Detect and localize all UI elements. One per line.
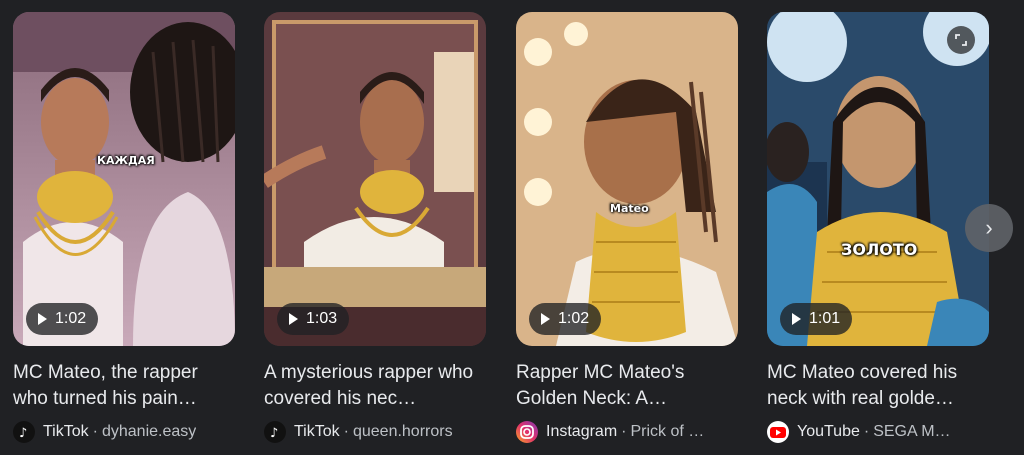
video-thumbnail[interactable]: КАЖДАЯ 1:02 [13, 12, 235, 346]
tiktok-icon: ♪ [264, 421, 286, 443]
play-icon [792, 313, 801, 325]
video-source[interactable]: ♪ TikTok · queen.horrors [264, 421, 486, 443]
play-icon [289, 313, 298, 325]
duration-text: 1:02 [55, 310, 87, 327]
separator: · [863, 423, 870, 440]
overlay-caption: ЗОЛОТО [841, 240, 918, 259]
separator: · [343, 423, 349, 440]
video-title[interactable]: A mysterious rapper who covered his nec… [264, 360, 476, 412]
next-button[interactable]: › [965, 204, 1013, 252]
duration-text: 1:02 [558, 310, 590, 327]
overlay-caption: Mateo [610, 202, 649, 215]
video-card[interactable]: ЗОЛОТО 1:01 MC Mateo covered his neck wi… [767, 12, 989, 443]
video-source[interactable]: ♪ TikTok · dyhanie.easy [13, 421, 235, 443]
expand-button[interactable] [947, 26, 975, 54]
separator: · [92, 423, 98, 440]
svg-text:♪: ♪ [19, 426, 27, 441]
source-name: TikTok [43, 423, 89, 440]
tiktok-icon: ♪ [13, 421, 35, 443]
video-card[interactable]: КАЖДАЯ 1:02 MC Mateo, the rapper who tur… [13, 12, 235, 443]
instagram-icon [516, 421, 538, 443]
video-thumbnail[interactable]: Mateo 1:02 [516, 12, 738, 346]
duration-badge: 1:03 [277, 303, 350, 335]
chevron-right-icon: › [985, 215, 993, 240]
source-handle: dyhanie.easy [101, 423, 197, 440]
play-icon [38, 313, 47, 325]
thumbnail-image [516, 12, 738, 346]
duration-text: 1:03 [306, 310, 338, 327]
source-handle: queen.horrors [352, 423, 453, 440]
svg-text:♪: ♪ [270, 426, 278, 441]
separator: · [621, 423, 627, 440]
source-name: Instagram [546, 423, 618, 440]
video-source[interactable]: Instagram · Prick of … [516, 421, 738, 443]
source-handle: Prick of … [630, 423, 705, 440]
duration-badge: 1:01 [780, 303, 853, 335]
duration-text: 1:01 [809, 310, 841, 327]
thumbnail-image [264, 12, 486, 346]
duration-badge: 1:02 [529, 303, 602, 335]
video-source[interactable]: YouTube · SEGA M… [767, 421, 989, 443]
thumbnail-image [13, 12, 235, 346]
video-thumbnail[interactable]: ЗОЛОТО 1:01 [767, 12, 989, 346]
youtube-icon [767, 421, 789, 443]
source-name: YouTube [797, 423, 860, 440]
video-title[interactable]: Rapper MC Mateo's Golden Neck: A… [516, 360, 728, 412]
overlay-caption: КАЖДАЯ [97, 154, 155, 167]
expand-icon [955, 34, 967, 46]
source-handle: SEGA M… [873, 423, 951, 440]
duration-badge: 1:02 [26, 303, 99, 335]
thumbnail-image [767, 12, 989, 346]
play-icon [541, 313, 550, 325]
video-thumbnail[interactable]: 1:03 [264, 12, 486, 346]
source-name: TikTok [294, 423, 340, 440]
video-title[interactable]: MC Mateo, the rapper who turned his pain… [13, 360, 225, 412]
video-card[interactable]: 1:03 A mysterious rapper who covered his… [264, 12, 486, 443]
video-card[interactable]: Mateo 1:02 Rapper MC Mateo's Golden Neck… [516, 12, 738, 443]
video-title[interactable]: MC Mateo covered his neck with real gold… [767, 360, 979, 412]
